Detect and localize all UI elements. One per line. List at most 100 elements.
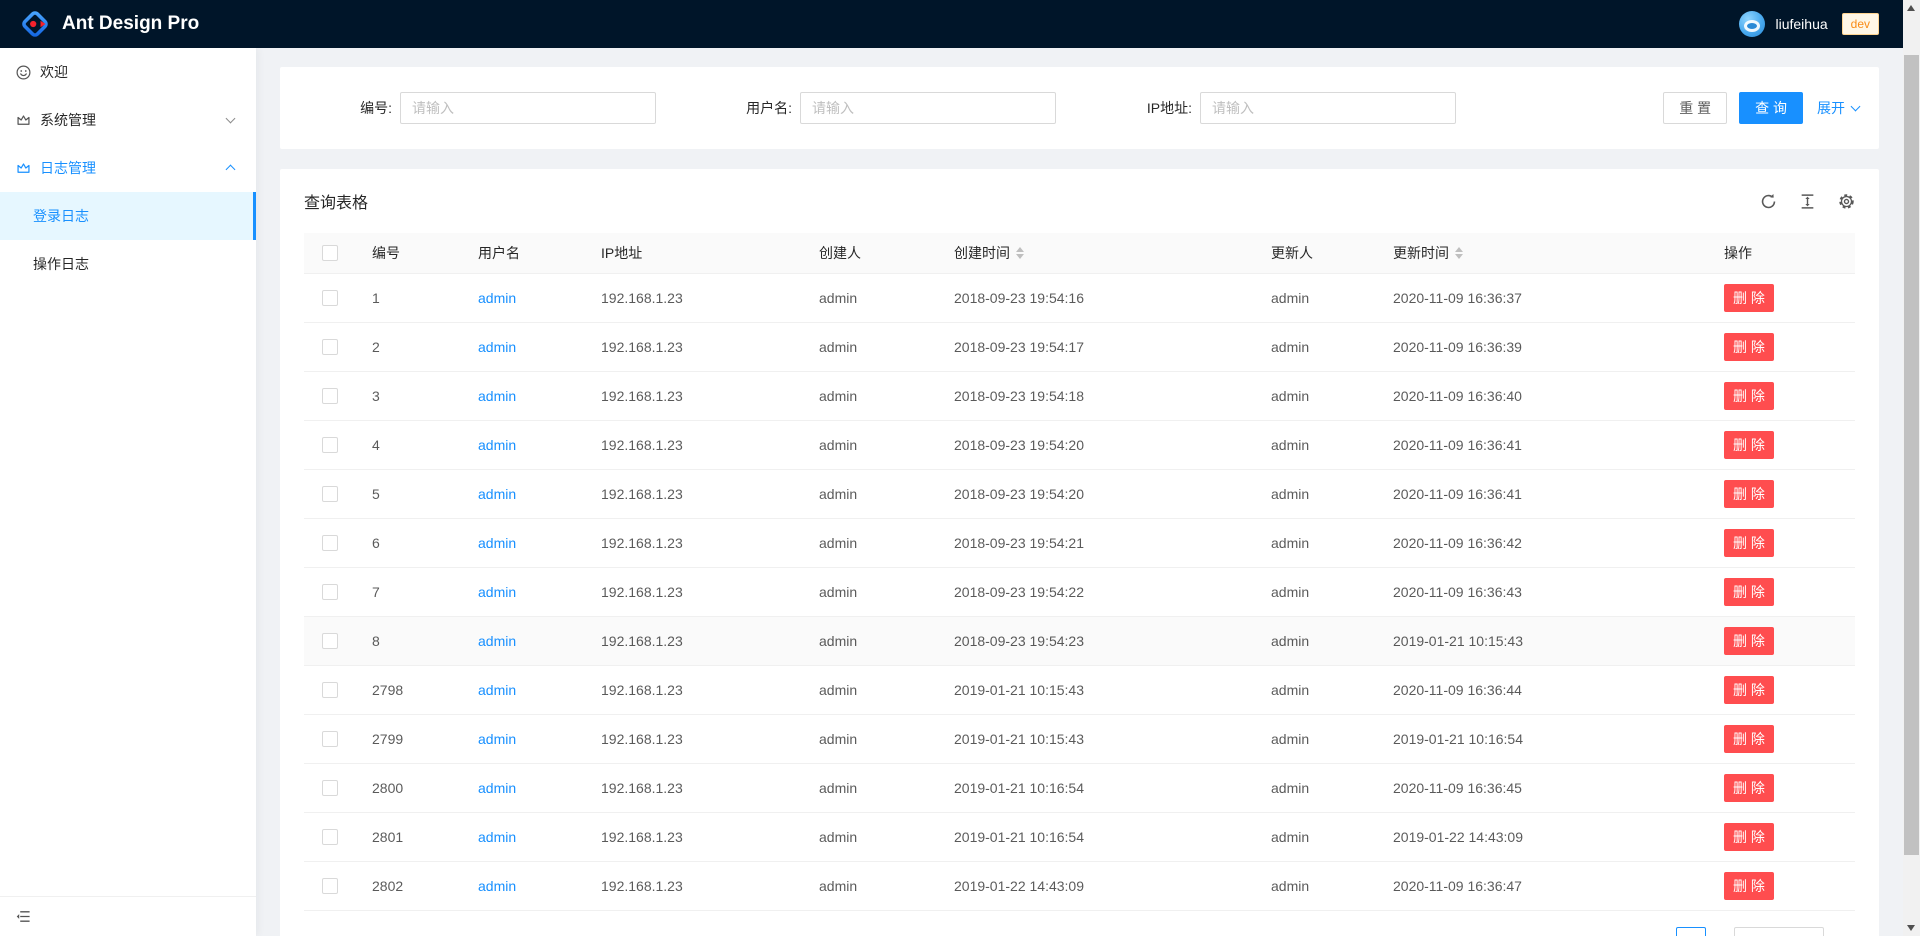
username-link[interactable]: admin: [478, 388, 516, 404]
column-header-ip: IP地址: [585, 233, 803, 273]
cell-create-time: 2019-01-21 10:15:43: [938, 715, 1255, 763]
delete-button[interactable]: 删 除: [1724, 480, 1774, 508]
row-checkbox[interactable]: [322, 290, 338, 306]
sidebar: 欢迎 系统管理 日志管理 登录日志 操作日志: [0, 48, 256, 936]
cell-create-time: 2018-09-23 19:54:18: [938, 372, 1255, 420]
cell-ip: 192.168.1.23: [585, 715, 803, 763]
delete-button[interactable]: 删 除: [1724, 823, 1774, 851]
row-checkbox-cell: [304, 323, 356, 371]
delete-button[interactable]: 删 除: [1724, 333, 1774, 361]
username-link[interactable]: admin: [478, 682, 516, 698]
row-checkbox[interactable]: [322, 731, 338, 747]
scrollbar-thumb[interactable]: [1904, 55, 1919, 855]
delete-button[interactable]: 删 除: [1724, 382, 1774, 410]
sidebar-item-system-management[interactable]: 系统管理: [0, 96, 256, 144]
username-link[interactable]: admin: [478, 731, 516, 747]
row-checkbox-cell: [304, 372, 356, 420]
cell-creator: admin: [803, 715, 938, 763]
delete-button[interactable]: 删 除: [1724, 774, 1774, 802]
delete-button[interactable]: 删 除: [1724, 676, 1774, 704]
username-link[interactable]: admin: [478, 339, 516, 355]
username-link[interactable]: admin: [478, 486, 516, 502]
table-body: 1admin192.168.1.23admin2018-09-23 19:54:…: [304, 274, 1855, 911]
delete-button[interactable]: 删 除: [1724, 529, 1774, 557]
username-link[interactable]: admin: [478, 780, 516, 796]
id-input[interactable]: [400, 92, 656, 124]
ip-input[interactable]: [1200, 92, 1456, 124]
row-checkbox[interactable]: [322, 339, 338, 355]
data-table: 编号 用户名 IP地址 创建人 创建时间 更新人 更新时间 操作 1admin: [304, 233, 1855, 911]
form-field-id: 编号:: [280, 92, 680, 124]
reload-icon[interactable]: [1760, 193, 1777, 210]
delete-button[interactable]: 删 除: [1724, 578, 1774, 606]
username-link[interactable]: admin: [478, 535, 516, 551]
username-link[interactable]: admin: [478, 633, 516, 649]
cell-updater: admin: [1255, 274, 1377, 322]
settings-icon[interactable]: [1838, 193, 1855, 210]
cell-creator: admin: [803, 568, 938, 616]
column-header-update-time[interactable]: 更新时间: [1377, 233, 1708, 273]
cell-update-time: 2020-11-09 16:36:39: [1377, 323, 1708, 371]
sidebar-footer: [0, 896, 256, 936]
logo-area[interactable]: Ant Design Pro: [20, 9, 199, 39]
row-checkbox-cell: [304, 617, 356, 665]
username-link[interactable]: admin: [478, 437, 516, 453]
query-button[interactable]: 查 询: [1739, 92, 1803, 124]
row-checkbox[interactable]: [322, 388, 338, 404]
delete-button[interactable]: 删 除: [1724, 872, 1774, 900]
row-checkbox-cell: [304, 764, 356, 812]
username-link[interactable]: admin: [478, 584, 516, 600]
header-right: liufeihua dev: [1739, 11, 1879, 37]
crown-icon: [16, 113, 31, 128]
column-header-create-time[interactable]: 创建时间: [938, 233, 1255, 273]
cell-id: 2798: [356, 666, 462, 714]
cell-actions: 删 除: [1708, 617, 1855, 665]
menu-fold-icon[interactable]: [16, 909, 31, 924]
app-screen: Ant Design Pro liufeihua dev 欢迎 系统管理: [0, 0, 1920, 936]
row-checkbox[interactable]: [322, 878, 338, 894]
sidebar-item-log-management[interactable]: 日志管理: [0, 144, 256, 192]
row-checkbox[interactable]: [322, 584, 338, 600]
username-link[interactable]: admin: [478, 878, 516, 894]
delete-button[interactable]: 删 除: [1724, 284, 1774, 312]
cell-id: 6: [356, 519, 462, 567]
cell-create-time: 2018-09-23 19:54:20: [938, 421, 1255, 469]
cell-ip: 192.168.1.23: [585, 470, 803, 518]
cell-ip: 192.168.1.23: [585, 568, 803, 616]
header-username[interactable]: liufeihua: [1775, 16, 1827, 32]
table-row: 8admin192.168.1.23admin2018-09-23 19:54:…: [304, 617, 1855, 666]
scroll-down-arrow-icon[interactable]: [1907, 925, 1915, 931]
cell-update-time: 2020-11-09 16:36:43: [1377, 568, 1708, 616]
cell-creator: admin: [803, 274, 938, 322]
pagination-active-page[interactable]: [1676, 927, 1706, 936]
delete-button[interactable]: 删 除: [1724, 627, 1774, 655]
row-checkbox[interactable]: [322, 829, 338, 845]
cell-update-time: 2019-01-22 14:43:09: [1377, 813, 1708, 861]
expand-link[interactable]: 展开: [1817, 98, 1859, 118]
delete-button[interactable]: 删 除: [1724, 725, 1774, 753]
density-icon[interactable]: [1799, 193, 1816, 210]
row-checkbox[interactable]: [322, 437, 338, 453]
row-checkbox[interactable]: [322, 633, 338, 649]
user-avatar[interactable]: [1739, 11, 1765, 37]
cell-creator: admin: [803, 519, 938, 567]
table-row: 2admin192.168.1.23admin2018-09-23 19:54:…: [304, 323, 1855, 372]
scroll-up-arrow-icon[interactable]: [1907, 5, 1915, 11]
select-all-checkbox[interactable]: [322, 245, 338, 261]
sidebar-item-operation-log[interactable]: 操作日志: [0, 240, 256, 288]
expand-label: 展开: [1817, 98, 1845, 118]
row-checkbox[interactable]: [322, 486, 338, 502]
username-link[interactable]: admin: [478, 829, 516, 845]
chevron-up-icon: [226, 165, 236, 175]
page-size-select[interactable]: [1734, 927, 1824, 936]
sidebar-item-welcome[interactable]: 欢迎: [0, 48, 256, 96]
sidebar-item-login-log[interactable]: 登录日志: [0, 192, 256, 240]
reset-button[interactable]: 重 置: [1663, 92, 1727, 124]
row-checkbox[interactable]: [322, 682, 338, 698]
vertical-scrollbar[interactable]: [1903, 0, 1920, 936]
row-checkbox[interactable]: [322, 535, 338, 551]
username-input[interactable]: [800, 92, 1056, 124]
delete-button[interactable]: 删 除: [1724, 431, 1774, 459]
username-link[interactable]: admin: [478, 290, 516, 306]
row-checkbox[interactable]: [322, 780, 338, 796]
